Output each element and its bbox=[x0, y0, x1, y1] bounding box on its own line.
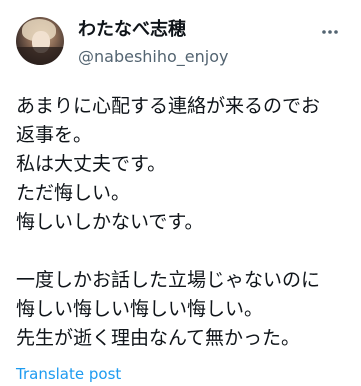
tweet-line: あまりに心配する連絡が来るのでお bbox=[16, 95, 321, 117]
tweet-line: ただ悔しい。 bbox=[16, 182, 131, 204]
tweet-line: 返事を。 bbox=[16, 124, 93, 146]
author-display-name[interactable]: わたなべ志穂 bbox=[78, 18, 186, 42]
tweet-line: 私は大丈夫です。 bbox=[16, 153, 167, 175]
avatar-shade bbox=[16, 47, 64, 65]
ellipsis-icon[interactable] bbox=[318, 24, 342, 40]
tweet-card: わたなべ志穂 @nabeshiho_enjoy あまりに心配する連絡が来るのでお… bbox=[0, 0, 361, 386]
tweet-text: あまりに心配する連絡が来るのでお 返事を。 私は大丈夫です。 ただ悔しい。 悔し… bbox=[16, 92, 356, 353]
translate-post-link[interactable]: Translate post bbox=[16, 364, 121, 384]
tweet-line: 一度しかお話した立場じゃないのに bbox=[16, 269, 321, 291]
avatar[interactable] bbox=[16, 17, 64, 65]
tweet-line: 悔しいしかないです。 bbox=[16, 211, 204, 233]
author-handle[interactable]: @nabeshiho_enjoy bbox=[78, 46, 228, 68]
tweet-line: 悔しい悔しい悔しい悔しい。 bbox=[16, 298, 264, 320]
tweet-line: 先生が逝く理由なんて無かった。 bbox=[16, 327, 301, 349]
